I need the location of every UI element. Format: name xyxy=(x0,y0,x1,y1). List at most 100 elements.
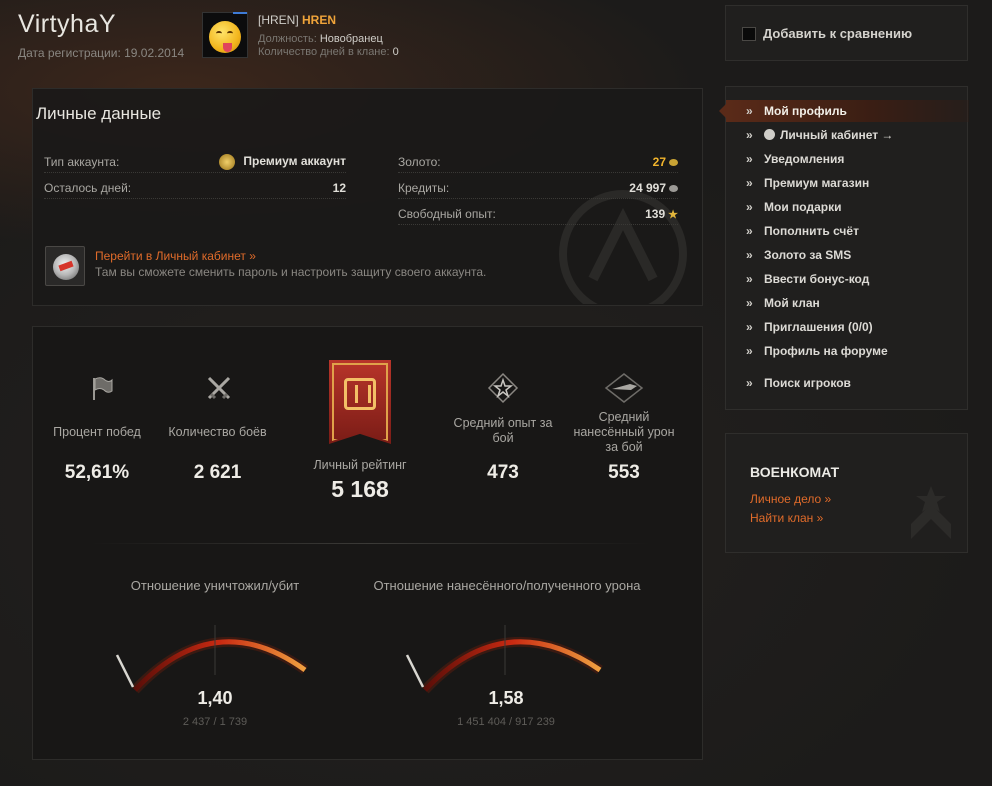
chevron-right-icon: » xyxy=(746,320,753,334)
chevron-right-icon: » xyxy=(746,344,753,358)
avg-xp-label: Средний опыт за бой xyxy=(453,416,553,445)
clan-days-label: Количество дней в клане: xyxy=(258,46,390,58)
clan-position-value: Новобранец xyxy=(319,33,383,45)
side-menu: » Мой профиль » Личный кабинет → » Уведомле… xyxy=(719,86,969,410)
account-type-row: Тип аккаунта: Премиум аккаунт xyxy=(44,151,346,173)
gold-coin-icon xyxy=(669,158,678,166)
battles-value: 2 621 xyxy=(193,462,242,483)
chevron-right-icon: » xyxy=(746,176,753,190)
kd-value: 1,40 xyxy=(197,688,233,708)
clan-emblem[interactable] xyxy=(202,12,248,58)
account-type-value: Премиум аккаунт xyxy=(243,153,346,168)
stats-divider xyxy=(90,543,650,544)
menu-item-label: Профиль на форуме xyxy=(764,344,888,358)
menu-item-label: Личный кабинет → xyxy=(780,128,894,142)
find-clan-link[interactable]: Найти клан » xyxy=(750,511,823,525)
compare-label[interactable]: Добавить к сравнению xyxy=(763,26,912,41)
compare-box: Добавить к сравнению xyxy=(725,5,968,61)
menu-item-gifts[interactable]: » Мои подарки xyxy=(726,196,969,218)
damage-shell-icon xyxy=(604,373,644,403)
credits-label: Кредиты: xyxy=(398,180,450,195)
free-xp-value: 139 xyxy=(645,206,666,221)
gold-row: Золото: 27 xyxy=(398,151,678,173)
smiley-icon xyxy=(209,21,241,53)
dmg-sub: 1 451 404 / 917 239 xyxy=(457,716,555,728)
credits-row: Кредиты: 24 997 xyxy=(398,177,678,199)
rating-label: Личный рейтинг xyxy=(313,458,407,472)
kd-gauge xyxy=(115,625,308,694)
chevron-right-icon: » xyxy=(746,128,753,142)
menu-item-cabinet[interactable]: » Личный кабинет → xyxy=(726,124,969,146)
days-left-label: Осталось дней: xyxy=(44,180,132,195)
username: VirtyhaY xyxy=(18,10,117,38)
chevron-right-icon: » xyxy=(746,376,753,390)
chevron-right-icon: » xyxy=(746,296,753,310)
avg-damage-value: 553 xyxy=(608,462,640,483)
xp-star-icon: ★ xyxy=(668,208,678,221)
cabinet-link[interactable]: Перейти в Личный кабинет » xyxy=(95,249,256,263)
kd-sub: 2 437 / 1 739 xyxy=(182,716,248,728)
menu-item-label: Поиск игроков xyxy=(764,376,851,390)
clan-days: Количество дней в клане: 0 xyxy=(258,46,399,58)
menu-item-label: Пополнить счёт xyxy=(764,224,859,238)
chevron-right-icon: » xyxy=(746,200,753,214)
wargaming-cabinet-icon[interactable] xyxy=(45,246,85,286)
menu-item-premium-shop[interactable]: » Премиум магазин xyxy=(726,172,969,194)
chevron-right-icon: » xyxy=(746,152,753,166)
battles-label: Количество боёв xyxy=(168,425,267,439)
menu-item-player-search[interactable]: » Поиск игроков xyxy=(726,372,969,394)
avg-damage-label: Средний нанесённый урон за бой xyxy=(573,410,675,454)
menu-item-forum-profile[interactable]: » Профиль на форуме xyxy=(726,340,969,362)
personal-data-title: Личные данные xyxy=(36,104,162,123)
clan-name[interactable]: HREN xyxy=(302,13,336,27)
menu-item-label: Премиум магазин xyxy=(764,176,870,190)
clan-tag: [HREN] xyxy=(258,13,299,27)
crossed-swords-icon xyxy=(207,376,231,400)
star-xp-icon xyxy=(487,372,519,404)
menu-item-bonus-code[interactable]: » Ввести бонус-код xyxy=(726,268,969,290)
account-type-label: Тип аккаунта: xyxy=(44,154,120,169)
kd-gauge-title: Отношение уничтожил/убит xyxy=(130,578,300,593)
rating-value: 5 168 xyxy=(331,476,389,502)
gold-value: 27 xyxy=(652,154,666,169)
winrate-label: Процент побед xyxy=(53,425,141,439)
free-xp-row: Свободный опыт: 139 ★ xyxy=(398,203,678,225)
personal-file-link[interactable]: Личное дело » xyxy=(750,492,831,506)
menu-item-label: Мои подарки xyxy=(764,200,842,214)
credits-coin-icon xyxy=(669,184,678,192)
menu-item-label: Мой клан xyxy=(764,296,820,310)
free-xp-label: Свободный опыт: xyxy=(398,206,496,221)
menu-item-top-up[interactable]: » Пополнить счёт xyxy=(726,220,969,242)
chevron-right-icon: » xyxy=(746,272,753,286)
premium-medal-icon xyxy=(219,153,236,170)
menu-item-label: Ввести бонус-код xyxy=(764,272,870,286)
rating-banner-icon xyxy=(329,360,391,444)
rank-emblem-icon xyxy=(911,486,951,539)
dmg-gauge xyxy=(405,625,603,694)
menu-item-label: Мой профиль xyxy=(764,104,847,118)
clan-position-label: Должность: xyxy=(258,33,317,45)
menu-item-my-profile[interactable]: » Мой профиль xyxy=(719,100,969,122)
menu-item-label: Уведомления xyxy=(764,152,845,166)
registration-date: Дата регистрации: 19.02.2014 xyxy=(18,46,185,60)
credits-value: 24 997 xyxy=(629,180,666,195)
clan-days-value: 0 xyxy=(392,46,399,58)
flag-icon xyxy=(93,377,113,400)
winrate-value: 52,61% xyxy=(64,462,130,483)
compare-checkbox[interactable] xyxy=(742,27,756,41)
dmg-gauge-title: Отношение нанесённого/полученного урона xyxy=(373,578,641,593)
menu-item-notifications[interactable]: » Уведомления xyxy=(726,148,969,170)
cabinet-description: Там вы сможете сменить пароль и настроит… xyxy=(95,265,487,279)
voenkomat-title: ВОЕНКОМАТ xyxy=(750,464,840,480)
menu-item-invitations[interactable]: » Приглашения (0/0) xyxy=(726,316,969,338)
voenkomat-box: ВОЕНКОМАТ Личное дело » Найти клан » xyxy=(725,433,968,553)
menu-item-my-clan[interactable]: » Мой клан xyxy=(726,292,969,314)
gold-label: Золото: xyxy=(398,154,441,169)
wargaming-icon xyxy=(764,129,775,140)
dmg-value: 1,58 xyxy=(488,688,524,708)
clan-position: Должность: Новобранец xyxy=(258,33,383,45)
menu-item-gold-sms[interactable]: » Золото за SMS xyxy=(726,244,969,266)
chevron-right-icon: » xyxy=(746,104,753,118)
clan-title[interactable]: [HREN] HREN xyxy=(258,13,336,27)
menu-item-label: Золото за SMS xyxy=(764,248,852,262)
